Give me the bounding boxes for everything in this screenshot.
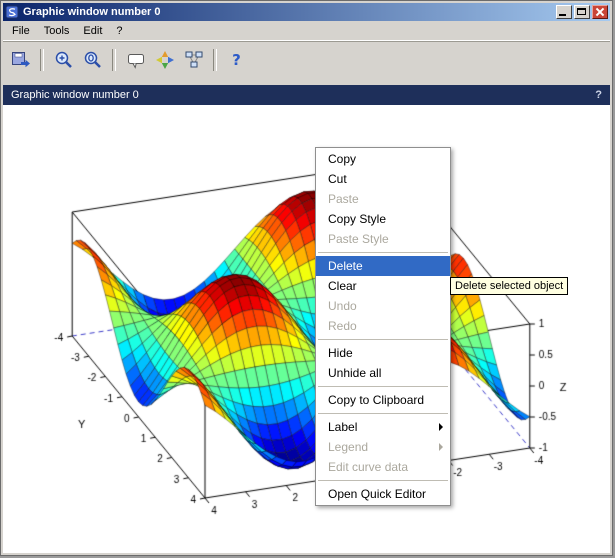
rotate-3d-button[interactable] <box>151 46 178 73</box>
window-controls <box>556 5 608 19</box>
help-icon: ? <box>232 51 241 69</box>
menu-item-label: Hide <box>328 346 353 360</box>
context-menu: Copy Cut Paste Copy Style Paste Style Delete C… <box>315 147 451 506</box>
close-button[interactable] <box>592 5 608 19</box>
menu-item-label: Delete <box>328 259 363 273</box>
context-menu-item-undo: Undo <box>316 296 450 316</box>
context-menu-item-open-quick-editor[interactable]: Open Quick Editor <box>316 484 450 504</box>
menu-separator <box>318 339 448 340</box>
context-menu-item-edit-curve-data: Edit curve data <box>316 457 450 477</box>
graphics-editor-button[interactable] <box>180 46 207 73</box>
toolbar-gap <box>3 77 610 85</box>
menu-separator <box>318 413 448 414</box>
menu-item-label: Paste <box>328 192 359 206</box>
export-figure-button[interactable] <box>7 46 34 73</box>
context-menu-item-cut[interactable]: Cut <box>316 169 450 189</box>
info-bar-title: Graphic window number 0 <box>11 89 139 101</box>
submenu-arrow-icon <box>439 423 443 431</box>
context-menu-item-paste-style: Paste Style <box>316 229 450 249</box>
toolbar-separator <box>40 49 44 71</box>
submenu-arrow-icon <box>439 443 443 451</box>
context-menu-item-redo: Redo <box>316 316 450 336</box>
context-menu-item-label[interactable]: Label <box>316 417 450 437</box>
toolbar-separator <box>112 49 116 71</box>
menu-item-label: Cut <box>328 172 347 186</box>
menu-item-label: Edit curve data <box>328 460 408 474</box>
menu-item-label: Open Quick Editor <box>328 487 426 501</box>
menu-edit[interactable]: Edit <box>76 23 109 39</box>
menu-separator <box>318 252 448 253</box>
title-bar[interactable]: Graphic window number 0 <box>3 3 610 21</box>
close-icon <box>593 6 607 18</box>
app-icon <box>5 5 19 19</box>
info-bar: Graphic window number 0 ? <box>3 85 610 105</box>
context-menu-item-unhide-all[interactable]: Unhide all <box>316 363 450 383</box>
rotate-icon <box>154 49 176 71</box>
menu-bar: FileToolsEdit? <box>3 21 610 41</box>
export-icon <box>10 49 32 71</box>
info-help-icon[interactable]: ? <box>595 89 602 101</box>
graphic-window: Graphic window number 0 FileToolsEdit? ?… <box>0 0 613 556</box>
toolbar: ? <box>3 41 610 77</box>
menu-item-label: Legend <box>328 440 368 454</box>
maximize-button[interactable] <box>574 5 590 19</box>
context-menu-item-copy-style[interactable]: Copy Style <box>316 209 450 229</box>
menu-separator <box>318 386 448 387</box>
minimize-icon <box>559 14 566 16</box>
menu-item-label: Paste Style <box>328 232 389 246</box>
datatip-icon <box>125 49 147 71</box>
surface-plot-canvas[interactable] <box>3 105 610 553</box>
graph-editor-icon <box>183 49 205 71</box>
datatip-button[interactable] <box>122 46 149 73</box>
toolbar-separator <box>213 49 217 71</box>
window-title: Graphic window number 0 <box>23 6 556 18</box>
menu-item-label: Label <box>328 420 357 434</box>
menu-item-label: Undo <box>328 299 357 313</box>
original-view-button[interactable] <box>79 46 106 73</box>
menu-item-label: Copy <box>328 152 356 166</box>
context-menu-item-hide[interactable]: Hide <box>316 343 450 363</box>
menu-help[interactable]: ? <box>109 23 129 39</box>
menu-item-label: Unhide all <box>328 366 381 380</box>
context-menu-item-delete[interactable]: Delete <box>316 256 450 276</box>
zoom-in-button[interactable] <box>50 46 77 73</box>
zoom-in-icon <box>53 49 75 71</box>
menu-item-label: Clear <box>328 279 357 293</box>
plot-area[interactable] <box>3 105 610 553</box>
unzoom-icon <box>82 49 104 71</box>
context-menu-item-paste: Paste <box>316 189 450 209</box>
context-menu-item-legend: Legend <box>316 437 450 457</box>
menu-item-label: Copy to Clipboard <box>328 393 424 407</box>
context-menu-item-copy-to-clipboard[interactable]: Copy to Clipboard <box>316 390 450 410</box>
menu-separator <box>318 480 448 481</box>
menu-item-label: Redo <box>328 319 357 333</box>
context-menu-item-clear[interactable]: Clear <box>316 276 450 296</box>
help-button[interactable]: ? <box>223 46 250 73</box>
menu-item-label: Copy Style <box>328 212 386 226</box>
menu-tools[interactable]: Tools <box>37 23 77 39</box>
minimize-button[interactable] <box>556 5 572 19</box>
maximize-icon <box>577 8 586 15</box>
tooltip: Delete selected object <box>450 277 568 295</box>
context-menu-item-copy[interactable]: Copy <box>316 149 450 169</box>
menu-file[interactable]: File <box>5 23 37 39</box>
